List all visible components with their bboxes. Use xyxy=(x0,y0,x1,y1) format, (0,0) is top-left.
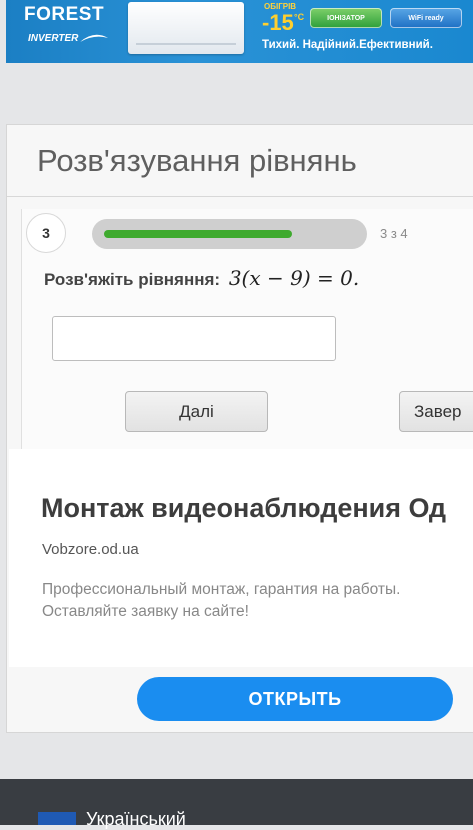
top-ad-banner[interactable]: FOREST INVERTER ОБІГРІВ -15 °C ІОНІЗАТОР… xyxy=(6,0,473,63)
equation-card: Розв'язування рівнянь 3 3 з 4 Розв'яжіть… xyxy=(6,124,473,733)
ad-block[interactable]: Монтаж видеонаблюдения Од Vobzore.od.ua … xyxy=(9,449,473,667)
question-counter: 3 з 4 xyxy=(380,226,408,241)
brand-subtitle: INVERTER xyxy=(28,33,79,44)
equation: 3(x − 9) = 0. xyxy=(228,266,360,290)
ad-open-button[interactable]: ОТКРЫТЬ xyxy=(137,677,453,721)
answer-input[interactable] xyxy=(52,316,336,361)
next-button[interactable]: Далі xyxy=(125,391,268,432)
page-title: Розв'язування рівнянь xyxy=(37,143,357,178)
ukraine-flag-icon xyxy=(38,812,76,825)
ad-description-line: Оставляйте заявку на сайте! xyxy=(42,603,249,620)
progress-fill xyxy=(104,230,292,238)
air-conditioner-image xyxy=(128,2,244,54)
temperature-value: -15 xyxy=(262,10,294,35)
footer-language-link[interactable]: Український xyxy=(86,809,186,830)
footer: Український xyxy=(0,779,473,829)
question-label: Розв'яжіть рівняння: xyxy=(44,270,221,289)
finish-button[interactable]: Завер xyxy=(399,391,473,432)
ad-title[interactable]: Монтаж видеонаблюдения Од xyxy=(41,493,446,524)
ad-description-line: Профессиональный монтаж, гарантия на раб… xyxy=(42,581,401,598)
swoosh-icon xyxy=(80,34,108,42)
ionizer-badge: ІОНІЗАТОР xyxy=(310,8,382,28)
temperature-unit: °C xyxy=(294,12,305,22)
question-text: Розв'яжіть рівняння: 3(x − 9) = 0. xyxy=(44,266,359,290)
divider xyxy=(7,196,473,197)
wifi-badge: WiFi ready xyxy=(390,8,462,28)
ad-domain[interactable]: Vobzore.od.ua xyxy=(42,541,139,558)
progress-bar xyxy=(92,219,367,249)
ad-description: Профессиональный монтаж, гарантия на раб… xyxy=(42,579,400,623)
banner-slogan: Тихий. Надійний.Ефективний. xyxy=(262,39,433,51)
quiz-panel: 3 3 з 4 Розв'яжіть рівняння: 3(x − 9) = … xyxy=(21,209,473,449)
step-indicator: 3 xyxy=(26,213,66,253)
brand-logo-text: FOREST xyxy=(24,4,105,25)
